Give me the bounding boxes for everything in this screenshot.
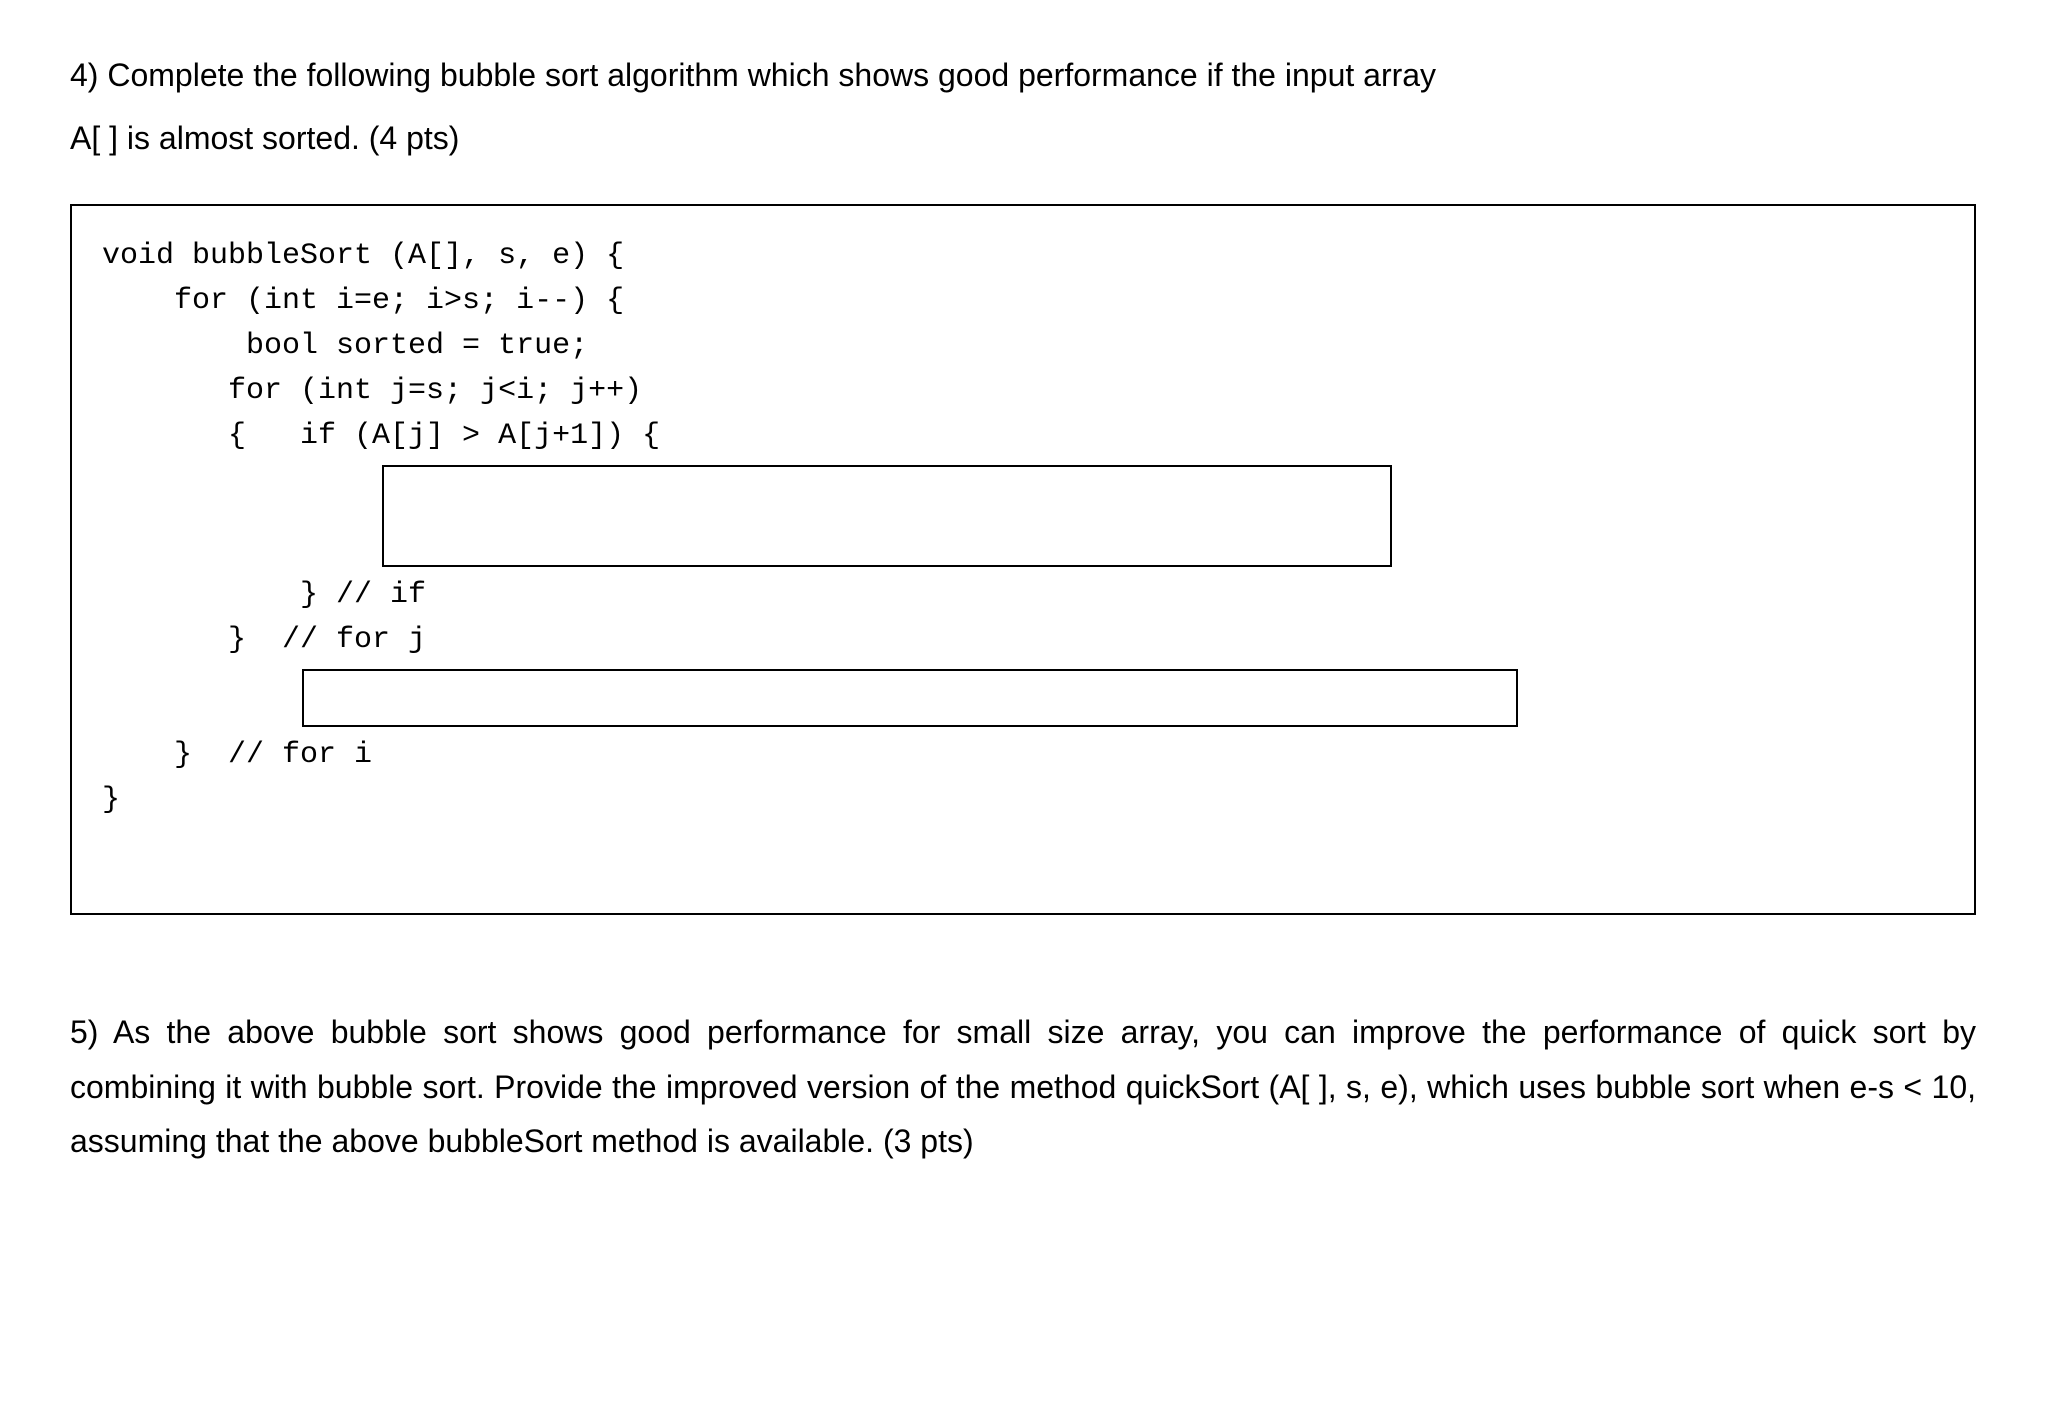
question-4-line-2: A[ ] is almost sorted. (4 pts)	[70, 113, 1976, 164]
code-line-1: void bubbleSort (A[], s, e) {	[102, 234, 1944, 279]
question-4-line-1: 4) Complete the following bubble sort al…	[70, 50, 1976, 101]
code-line-6: { if (A[j] > A[j+1]) {	[102, 414, 1944, 459]
code-line-10: }	[102, 778, 1944, 823]
code-line-4: bool sorted = true;	[102, 324, 1944, 369]
code-line-9: } // for i	[102, 733, 1944, 778]
code-block: void bubbleSort (A[], s, e) { for (int i…	[70, 204, 1976, 915]
fill-in-blank-1[interactable]	[382, 465, 1392, 567]
code-line-8: } // for j	[102, 618, 1944, 663]
code-line-5: for (int j=s; j<i; j++)	[102, 369, 1944, 414]
question-5-text: 5) As the above bubble sort shows good p…	[70, 1005, 1976, 1168]
fill-in-blank-2[interactable]	[302, 669, 1518, 727]
code-line-3: for (int i=e; i>s; i--) {	[102, 279, 1944, 324]
code-line-7: } // if	[102, 573, 1944, 618]
